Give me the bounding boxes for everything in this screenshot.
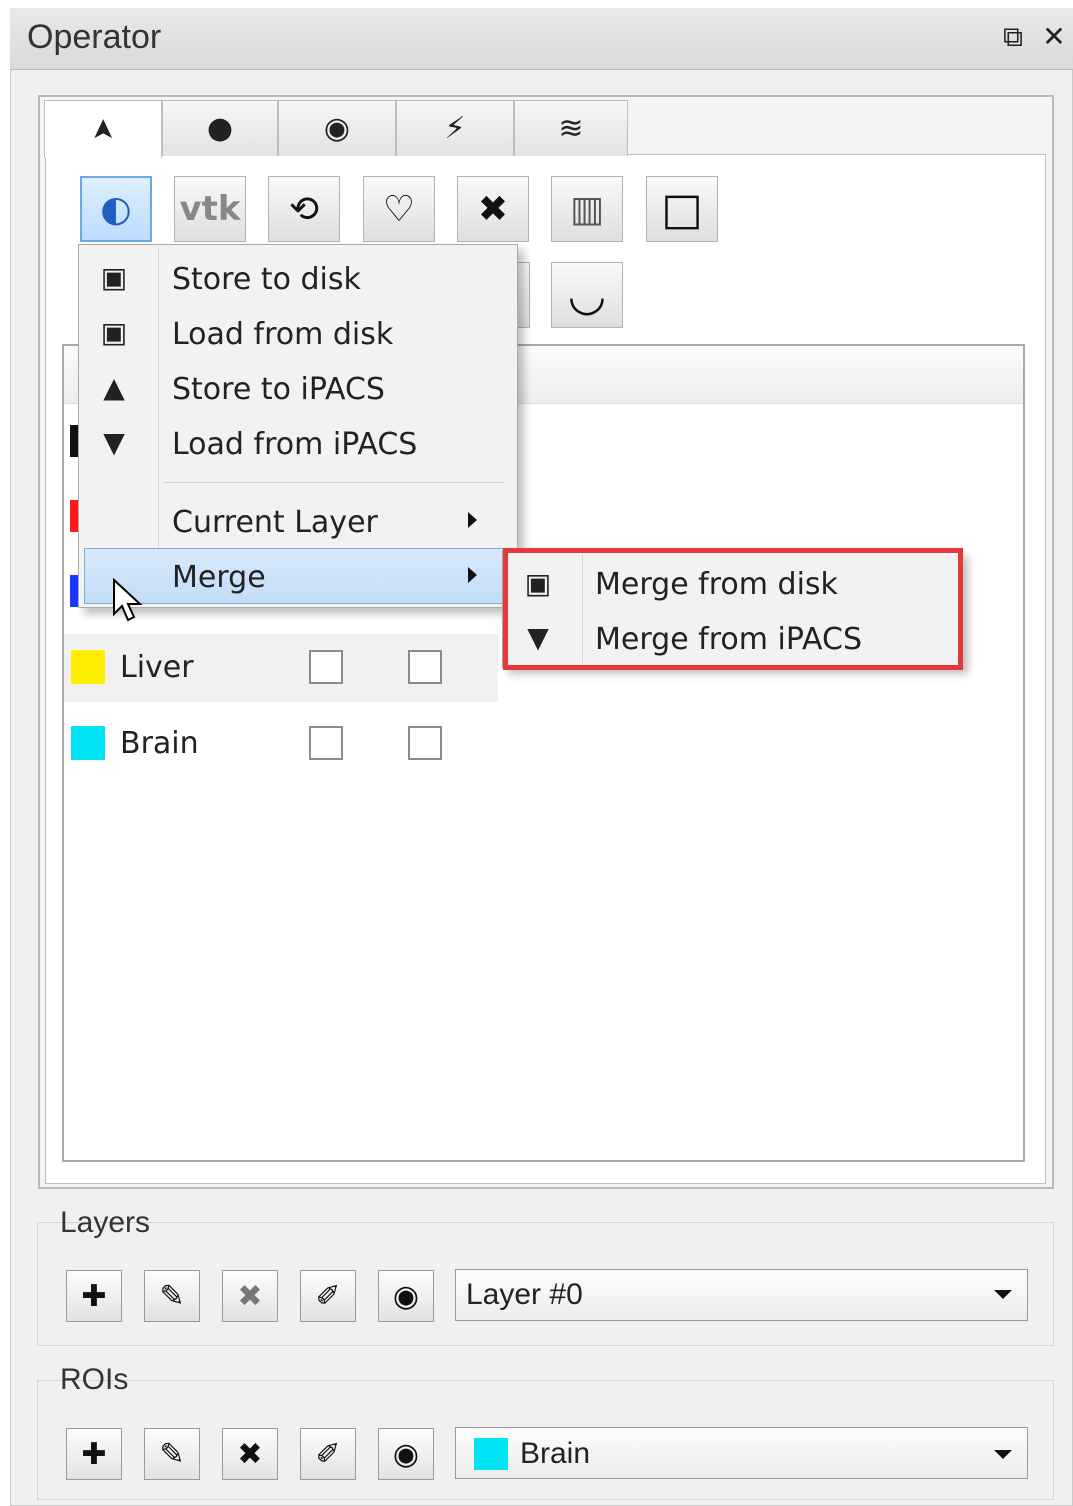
delete-layer-button[interactable]: ✖: [222, 1270, 278, 1322]
submenu-arrow-icon: [468, 512, 477, 528]
pencil-icon: ✎: [159, 1278, 185, 1314]
roi-swatch-partial: [70, 425, 78, 457]
save-disk-icon: ▣: [100, 261, 128, 294]
camera-icon: ⟲: [288, 188, 320, 230]
brush-roi-button[interactable]: ✐: [300, 1428, 356, 1480]
edit-roi-button[interactable]: ✎: [144, 1428, 200, 1480]
menu-item-merge-label: Merge: [172, 560, 266, 595]
tab-pointer[interactable]: ➤: [44, 100, 162, 158]
roi-label: Liver: [120, 650, 194, 685]
menu-item-load-from-ipacs[interactable]: Load from iPACS: [172, 427, 417, 462]
float-icon[interactable]: ⧉: [996, 20, 1030, 54]
dot-icon: ●: [206, 111, 234, 146]
rectangle-icon: □: [661, 183, 703, 235]
roi-select-swatch: [474, 1438, 508, 1470]
delete-icon: ✖: [237, 1278, 263, 1314]
menu-separator: [164, 482, 504, 483]
brush-icon: ✐: [315, 1436, 341, 1472]
delete-button[interactable]: ✖: [457, 176, 529, 242]
vtk-button[interactable]: vtk: [174, 176, 246, 242]
load-disk-icon: ▣: [100, 316, 128, 349]
tab-wand[interactable]: ⚡: [396, 100, 514, 156]
roi-select[interactable]: Brain: [455, 1427, 1028, 1479]
camera-button[interactable]: ⟲: [268, 176, 340, 242]
roi-select-value: Brain: [520, 1437, 591, 1470]
submenu-arrow-icon: [468, 567, 477, 583]
histogram-button[interactable]: ▥: [551, 176, 623, 242]
rois-title: ROIs: [60, 1363, 129, 1396]
plus-icon: ✚: [81, 1436, 107, 1472]
tab-layers[interactable]: ≋: [514, 100, 628, 156]
lock-checkbox[interactable]: [408, 650, 442, 684]
curve-button[interactable]: ◡: [551, 262, 623, 328]
lasso-button[interactable]: ♡: [363, 176, 435, 242]
rectangle-button[interactable]: □: [646, 176, 718, 242]
segment-tool-button[interactable]: ◐: [80, 176, 152, 242]
window-title: Operator: [27, 18, 162, 56]
chevron-down-icon: [994, 1290, 1012, 1299]
delete-icon: ✖: [477, 188, 509, 230]
add-layer-button[interactable]: ✚: [66, 1270, 122, 1322]
pencil-icon: ✎: [159, 1436, 185, 1472]
title-bar: [10, 8, 1073, 70]
pointer-icon: ➤: [86, 117, 120, 142]
visible-checkbox[interactable]: [309, 650, 343, 684]
roi-color-swatch: [71, 726, 105, 760]
roi-swatch-partial: [70, 575, 78, 607]
histogram-icon: ▥: [569, 188, 604, 230]
tab-dot[interactable]: ●: [162, 100, 278, 156]
layer-select-value: Layer #0: [466, 1278, 583, 1311]
plus-icon: ✚: [81, 1278, 107, 1314]
menu-item-current-layer[interactable]: Current Layer: [172, 505, 378, 540]
mouse-cursor-icon: [113, 578, 143, 622]
menu-item-load-from-disk[interactable]: Load from disk: [172, 317, 393, 352]
menu-item-store-to-disk[interactable]: Store to disk: [172, 262, 361, 297]
eye-icon: ◉: [392, 1278, 420, 1314]
layers-title: Layers: [60, 1206, 151, 1239]
chevron-down-icon: [994, 1450, 1012, 1459]
upload-arrow-icon: ▲: [103, 371, 125, 404]
brush-layer-button[interactable]: ✐: [300, 1270, 356, 1322]
eye-icon: ◉: [323, 111, 351, 146]
layers-icon: ≋: [558, 111, 584, 146]
lock-checkbox[interactable]: [408, 726, 442, 760]
delete-icon: ✖: [237, 1436, 263, 1472]
vtk-icon: vtk: [179, 189, 241, 229]
lasso-icon: ♡: [382, 188, 416, 230]
tab-eye[interactable]: ◉: [278, 100, 396, 156]
roi-label: Brain: [120, 726, 199, 761]
toggle-roi-visibility-button[interactable]: ◉: [378, 1428, 434, 1480]
brush-icon: ✐: [315, 1278, 341, 1314]
wand-icon: ⚡: [444, 111, 466, 146]
segment-icon: ◐: [100, 188, 132, 230]
roi-swatch-partial: [70, 500, 78, 532]
close-icon[interactable]: ✕: [1037, 20, 1071, 54]
edit-layer-button[interactable]: ✎: [144, 1270, 200, 1322]
highlight-box: [503, 548, 963, 670]
eye-icon: ◉: [392, 1436, 420, 1472]
delete-roi-button[interactable]: ✖: [222, 1428, 278, 1480]
menu-item-store-to-ipacs[interactable]: Store to iPACS: [172, 372, 385, 407]
download-arrow-icon: ▼: [103, 426, 125, 459]
toggle-layer-visibility-button[interactable]: ◉: [378, 1270, 434, 1322]
visible-checkbox[interactable]: [309, 726, 343, 760]
layer-select[interactable]: Layer #0: [455, 1269, 1028, 1321]
curve-icon: ◡: [567, 269, 607, 321]
add-roi-button[interactable]: ✚: [66, 1428, 122, 1480]
roi-color-swatch: [71, 650, 105, 684]
